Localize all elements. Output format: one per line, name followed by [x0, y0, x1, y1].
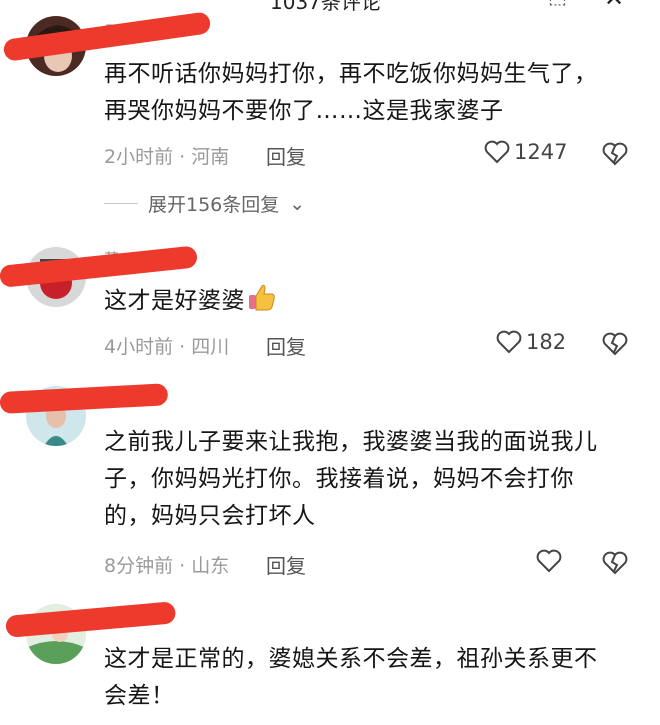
like-count: 182	[526, 330, 567, 354]
comment-text: 再不听话你妈妈打你，再不吃饭你妈妈生气了， 再哭你妈妈不要你了……这是我家婆子	[104, 56, 636, 130]
divider	[104, 203, 138, 204]
comment-text: 这才是好婆婆	[104, 282, 636, 324]
thumbs-up-icon	[247, 282, 277, 324]
like-button[interactable]	[536, 549, 562, 573]
expand-replies-button[interactable]: 展开156条回复 ⌄	[104, 190, 305, 217]
reply-button[interactable]: 回复	[266, 141, 306, 170]
broken-heart-icon[interactable]	[602, 142, 628, 166]
comment-time-location: 8分钟前 · 山东	[104, 555, 230, 577]
comment-text: 之前我儿子要来让我抱，我婆婆当我的面说我儿 子，你妈妈光打你。我接着说，妈妈不会…	[104, 424, 636, 535]
broken-heart-icon[interactable]	[602, 332, 628, 356]
comment-text-line: 再不听话你妈妈打你，再不吃饭你妈妈生气了，	[104, 61, 598, 87]
heart-icon	[536, 549, 562, 573]
comment-time-location: 2小时前 · 河南	[104, 146, 230, 168]
close-icon[interactable]: ✕	[604, 0, 624, 12]
comment-text-line: 再哭你妈妈不要你了……这是我家婆子	[104, 98, 504, 124]
heart-icon	[496, 330, 522, 354]
comment-text-line: 会差！	[104, 683, 175, 709]
comments-header: 1037条评论 ⬚ ✕	[0, 0, 660, 14]
redaction-mark	[5, 601, 177, 638]
heart-icon	[484, 140, 510, 164]
like-count: 1247	[514, 140, 568, 164]
comment-time-location: 4小时前 · 四川	[104, 336, 230, 358]
comment-text: 这才是正常的，婆媳关系不会差，祖孙关系更不 会差！	[104, 641, 636, 715]
comment-text-line: 之前我儿子要来让我抱，我婆婆当我的面说我儿	[104, 429, 598, 455]
chevron-down-icon: ⌄	[289, 192, 306, 215]
redaction-mark	[2, 11, 212, 62]
like-button[interactable]: 182	[496, 330, 566, 354]
redaction-mark	[0, 383, 169, 414]
comments-count-title: 1037条评论	[270, 0, 381, 14]
reply-button[interactable]: 回复	[266, 550, 306, 579]
screen-icon[interactable]: ⬚	[548, 0, 567, 8]
comment-text-line: 子，你妈妈光打你。我接着说，妈妈不会打你	[104, 466, 574, 492]
reply-button[interactable]: 回复	[266, 331, 306, 360]
broken-heart-icon[interactable]	[602, 551, 628, 575]
like-button[interactable]: 1247	[484, 140, 567, 164]
comment-text-line: 这才是正常的，婆媳关系不会差，祖孙关系更不	[104, 646, 598, 672]
expand-replies-label: 展开156条回复	[148, 194, 280, 216]
comment-text-line: 这才是好婆婆	[104, 288, 245, 314]
comment-text-line: 的，妈妈只会打坏人	[104, 503, 316, 529]
